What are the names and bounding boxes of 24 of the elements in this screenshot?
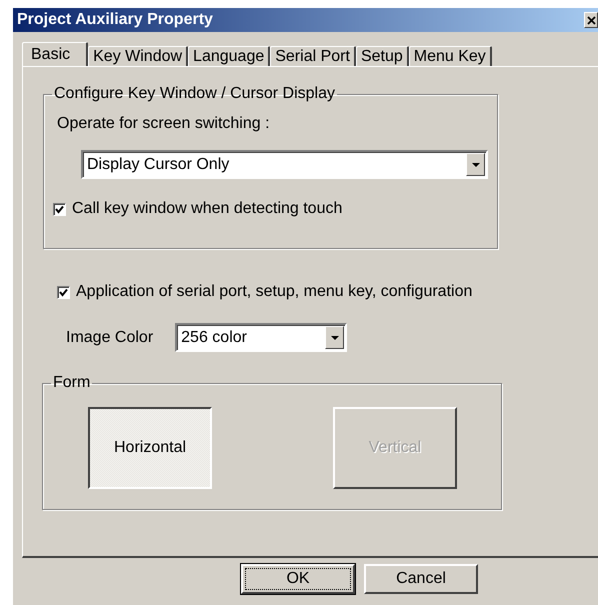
group-title: Configure Key Window / Cursor Display — [53, 85, 336, 103]
tab[interactable]: Serial Port — [270, 46, 356, 66]
dropdown[interactable]: Display Cursor Only — [81, 150, 488, 179]
orientation-button[interactable]: Horizontal — [88, 407, 212, 489]
dropdown-value: 256 color — [180, 328, 248, 346]
tab[interactable]: Key Window — [88, 46, 188, 66]
tab[interactable]: Menu Key — [408, 46, 492, 66]
dialog-button[interactable]: OK — [241, 564, 355, 594]
dialog-button[interactable]: Cancel — [364, 564, 478, 594]
field-label: Image Color — [66, 328, 154, 346]
tab[interactable]: Setup — [356, 46, 409, 66]
checkbox[interactable] — [57, 286, 70, 298]
checkbox-label: Application of serial port, setup, menu key, configuration — [76, 283, 472, 301]
dropdown[interactable]: 256 color — [175, 323, 348, 352]
dropdown-value: Display Cursor Only — [86, 156, 230, 174]
field-label: Operate for screen switching : — [57, 115, 271, 133]
checkbox-label: Call key window when detecting touch — [72, 200, 342, 218]
close-icon — [586, 16, 596, 24]
tab[interactable]: Basic — [22, 42, 88, 66]
close-button[interactable] — [584, 12, 598, 28]
group-title: Form — [52, 374, 92, 392]
checkbox[interactable] — [53, 202, 66, 216]
window-title: Project Auxiliary Property — [17, 11, 213, 29]
tab[interactable]: Language — [188, 46, 270, 66]
